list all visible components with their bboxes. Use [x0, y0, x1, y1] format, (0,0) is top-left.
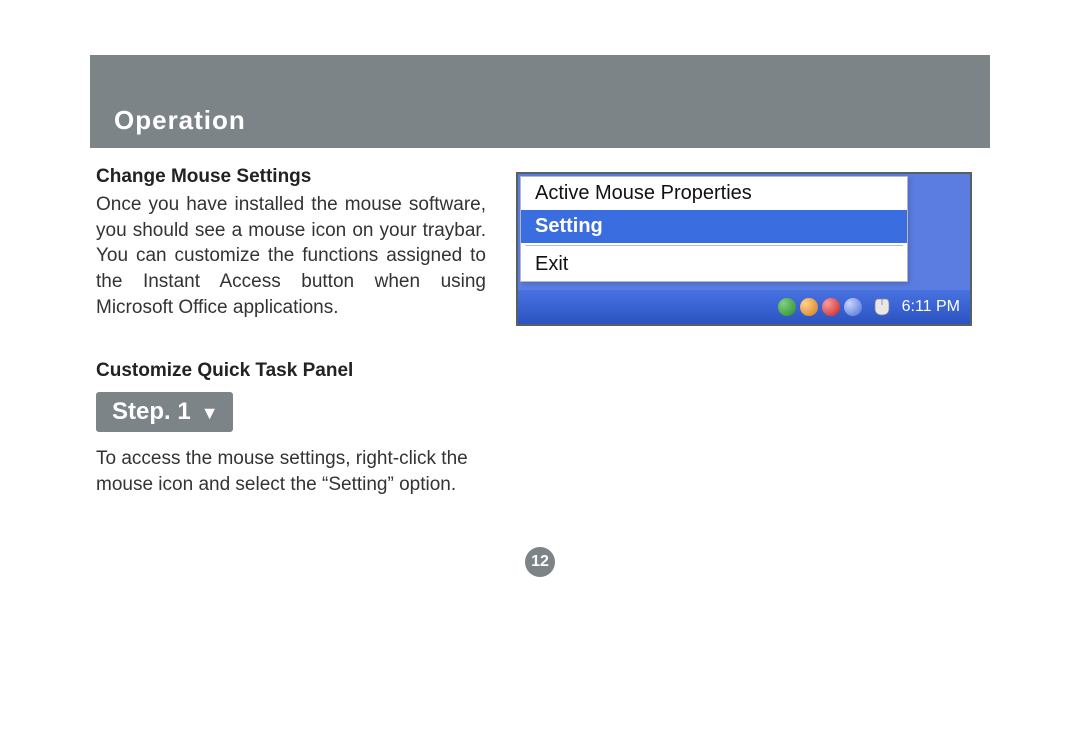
menu-item-exit[interactable]: Exit [521, 248, 907, 281]
body-change-mouse: Once you have installed the mouse softwa… [96, 192, 486, 320]
tray-icon-generic[interactable] [778, 298, 796, 316]
step-badge: Step. 1 ▼ [96, 392, 233, 432]
heading-quick-task: Customize Quick Task Panel [96, 360, 486, 382]
content-area: Change Mouse Settings Once you have inst… [90, 166, 990, 497]
taskbar: 6:11 PM [518, 290, 970, 324]
traybar-screenshot: Active Mouse Properties Setting Exit [516, 172, 972, 326]
menu-item-setting[interactable]: Setting [521, 210, 907, 243]
right-column: Active Mouse Properties Setting Exit [516, 172, 976, 497]
step-label: Step. 1 [112, 398, 191, 426]
header-space [90, 55, 990, 95]
triangle-down-icon: ▼ [201, 404, 219, 422]
left-column: Change Mouse Settings Once you have inst… [90, 166, 486, 497]
tray-icons [778, 298, 862, 316]
page-title: Operation [114, 105, 246, 135]
mouse-icon[interactable] [872, 297, 892, 317]
tray-icon-generic[interactable] [822, 298, 840, 316]
tray-icon-generic[interactable] [844, 298, 862, 316]
page-title-bar: Operation [90, 95, 990, 148]
heading-change-mouse: Change Mouse Settings [96, 166, 486, 188]
page-number: 12 [531, 553, 549, 571]
menu-separator [525, 245, 903, 246]
tray-icon-generic[interactable] [800, 298, 818, 316]
manual-page: Operation Change Mouse Settings Once you… [90, 55, 990, 577]
taskbar-clock: 6:11 PM [902, 298, 960, 316]
page-number-badge: 12 [525, 547, 555, 577]
menu-item-properties[interactable]: Active Mouse Properties [521, 177, 907, 210]
body-step-instruction: To access the mouse settings, right-clic… [96, 446, 486, 497]
context-menu: Active Mouse Properties Setting Exit [520, 176, 908, 282]
